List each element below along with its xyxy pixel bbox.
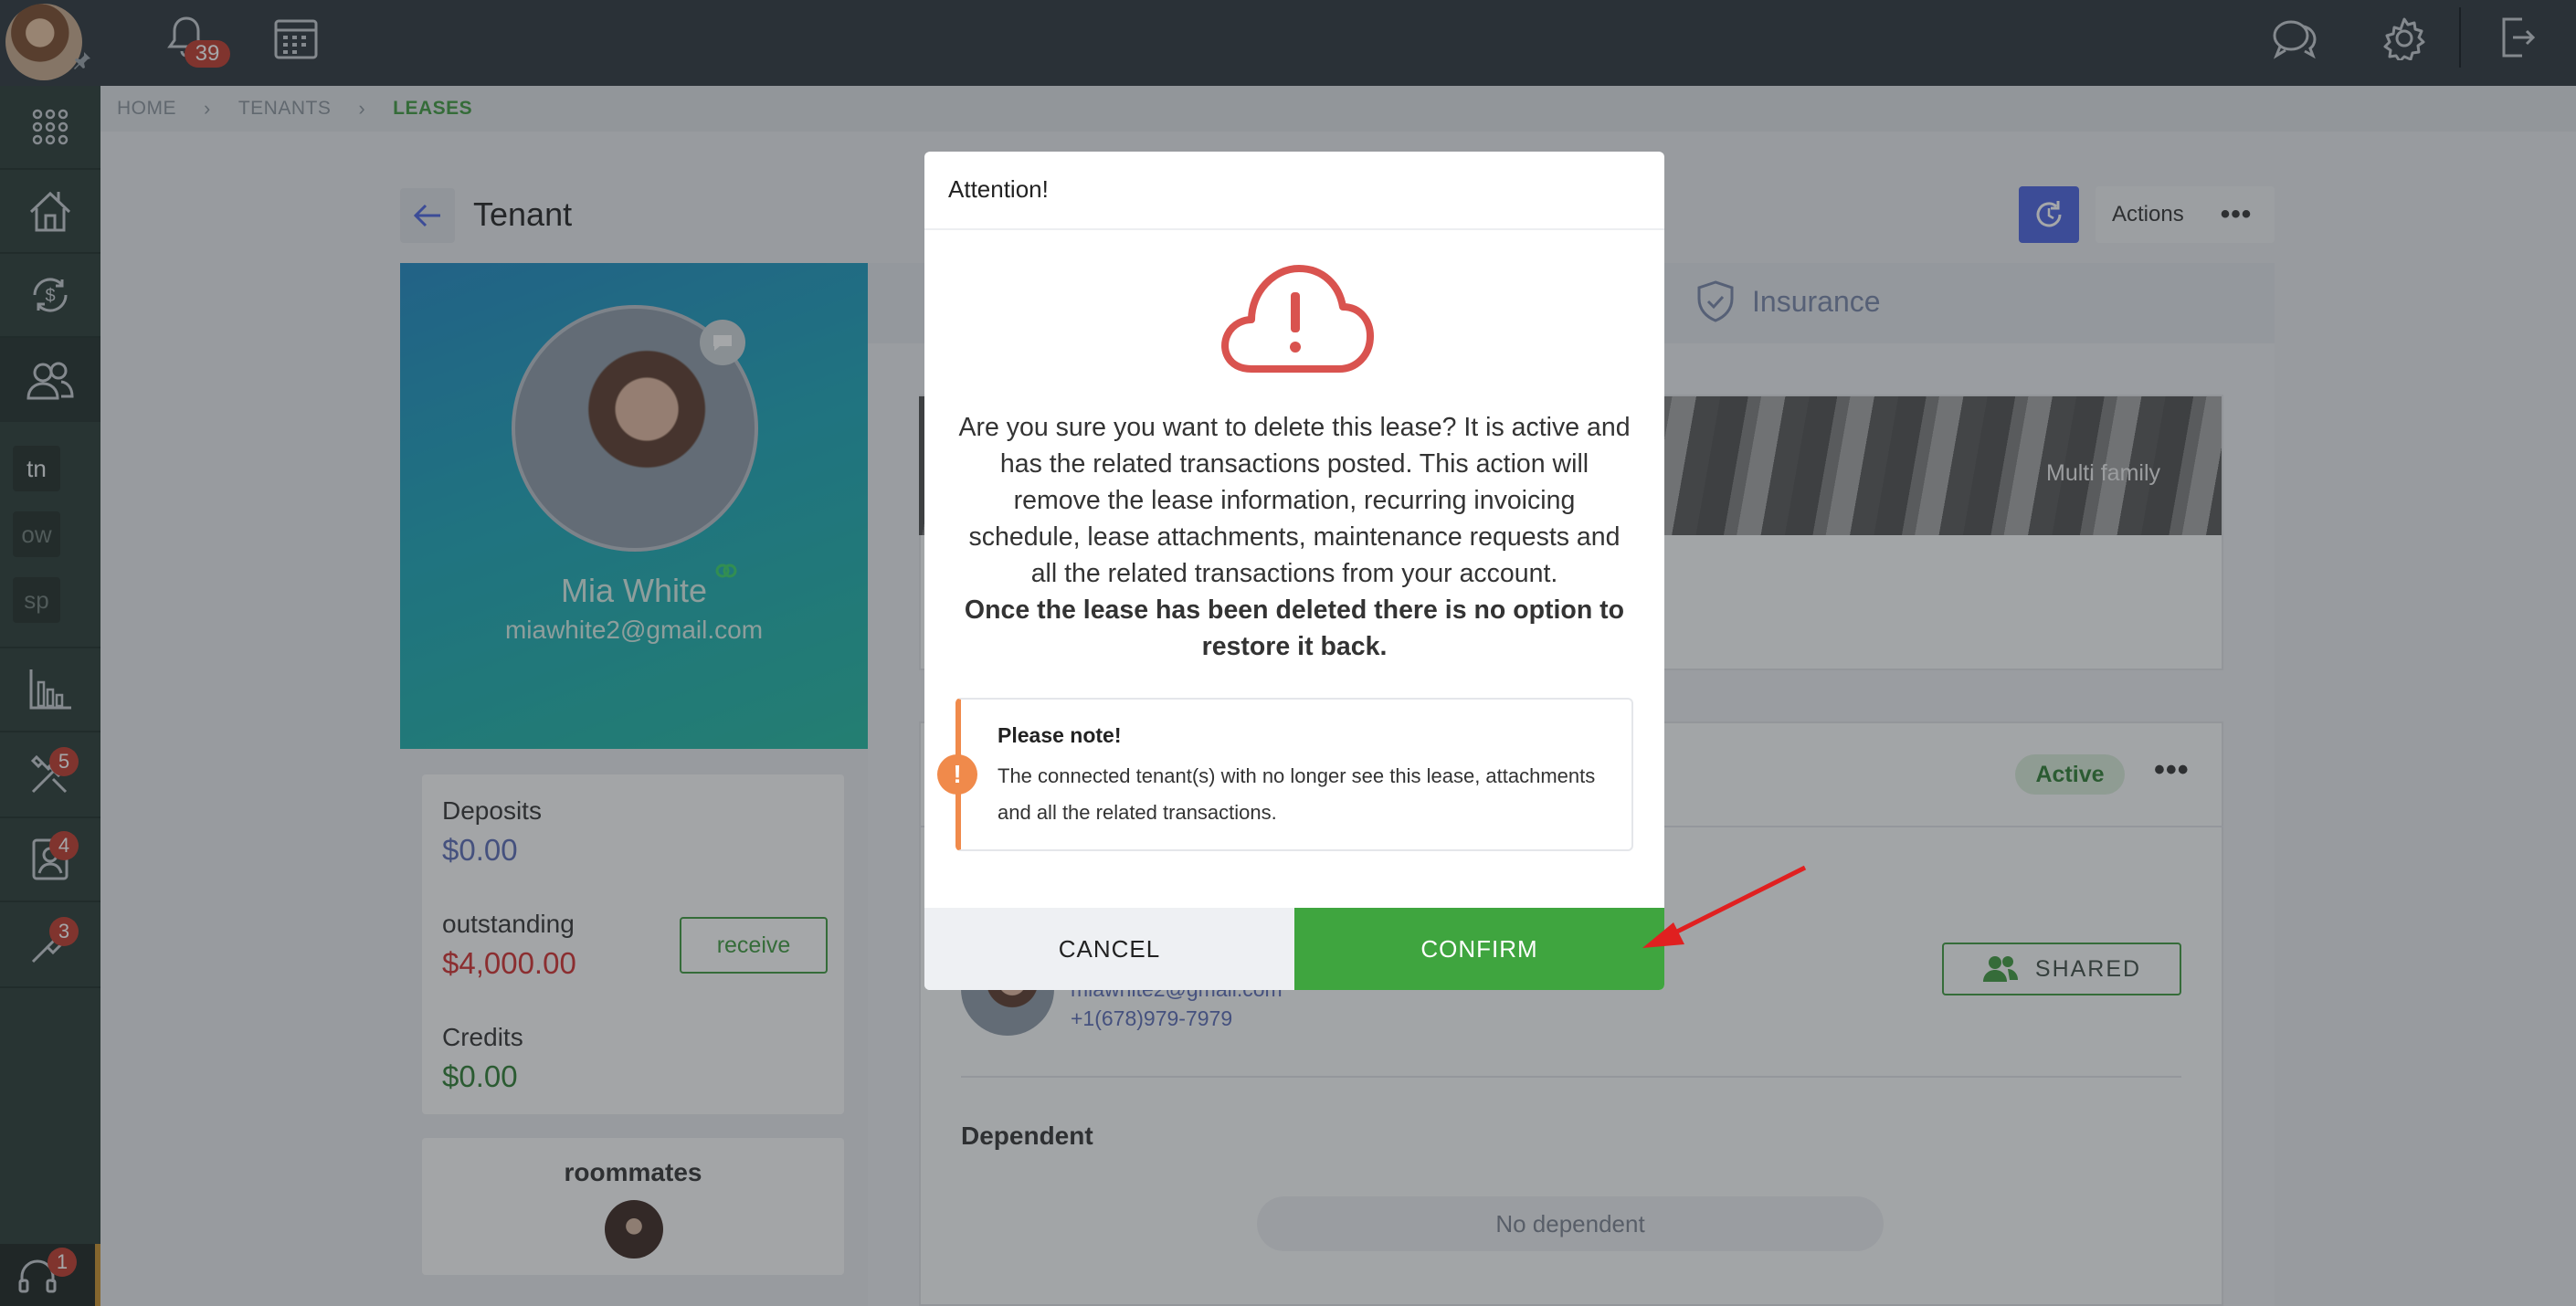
note-title: Please note!: [998, 723, 1122, 747]
note-text: The connected tenant(s) with no longer s…: [998, 764, 1596, 824]
exclamation-icon: !: [937, 754, 977, 795]
cloud-alert-icon: [1221, 265, 1374, 373]
dialog-message: Are you sure you want to delete this lea…: [958, 413, 1631, 588]
dialog-warning: Once the lease has been deleted there is…: [964, 595, 1625, 661]
dialog-title: Attention!: [948, 175, 1049, 203]
delete-lease-dialog: Attention! Are you sure you want to dele…: [924, 152, 1664, 990]
confirm-button[interactable]: CONFIRM: [1294, 908, 1664, 990]
red-arrow-annotation: [1642, 865, 1807, 948]
cancel-button[interactable]: CANCEL: [924, 908, 1294, 990]
dialog-header-divider: [924, 228, 1664, 230]
